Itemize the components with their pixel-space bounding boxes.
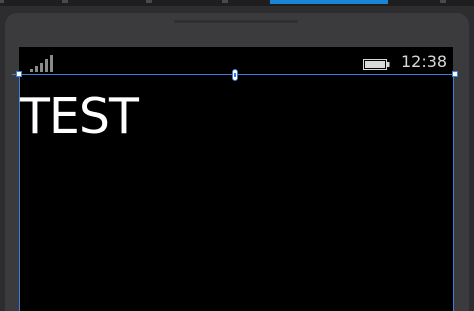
designer-canvas: 12:38 TEST bbox=[0, 0, 474, 311]
tab-strip-segment bbox=[146, 0, 152, 3]
anchor-handle-icon[interactable] bbox=[232, 69, 238, 81]
resize-handle-left[interactable] bbox=[16, 71, 22, 77]
selection-right-border bbox=[453, 74, 454, 311]
phone-screen[interactable] bbox=[19, 47, 453, 311]
tab-strip-segment bbox=[62, 0, 68, 3]
resize-handle-right[interactable] bbox=[452, 71, 458, 77]
tab-strip-segment bbox=[0, 0, 4, 3]
phone-speaker-slot bbox=[174, 20, 298, 23]
status-clock: 12:38 bbox=[401, 52, 448, 71]
signal-strength-icon bbox=[30, 55, 53, 72]
tab-strip-segment bbox=[222, 0, 228, 3]
page-title[interactable]: TEST bbox=[20, 88, 139, 146]
tab-strip-segment bbox=[440, 0, 446, 3]
battery-icon bbox=[363, 59, 390, 70]
active-tab-indicator[interactable] bbox=[270, 0, 388, 4]
designer-tab-strip bbox=[0, 0, 474, 6]
